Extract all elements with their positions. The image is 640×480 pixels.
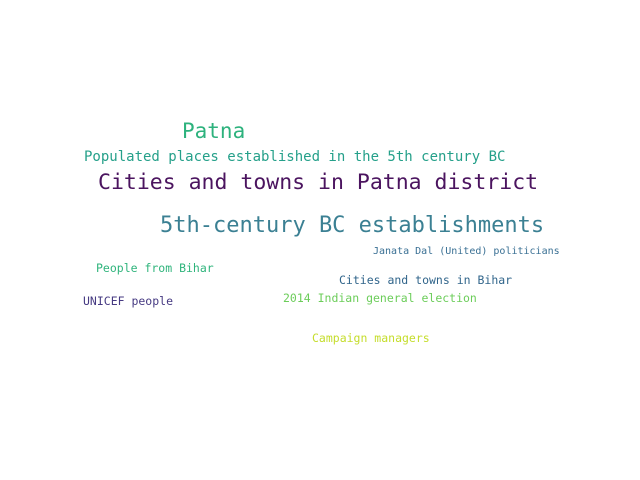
- word-campaign-managers: Campaign managers: [312, 331, 430, 345]
- word-people-from-bihar: People from Bihar: [96, 261, 214, 275]
- word-janata-dal-politicians: Janata Dal (United) politicians: [373, 246, 560, 257]
- word-cities-towns-patna-district: Cities and towns in Patna district: [98, 170, 539, 195]
- word-cloud: Patna Populated places established in th…: [0, 0, 640, 480]
- word-5th-century-bc-establishments: 5th-century BC establishments: [160, 213, 545, 238]
- word-cities-towns-bihar: Cities and towns in Bihar: [339, 273, 513, 287]
- word-patna: Patna: [182, 119, 246, 143]
- word-2014-indian-general-election: 2014 Indian general election: [283, 291, 477, 305]
- word-unicef-people: UNICEF people: [83, 294, 174, 308]
- word-populated-places: Populated places established in the 5th …: [84, 149, 506, 165]
